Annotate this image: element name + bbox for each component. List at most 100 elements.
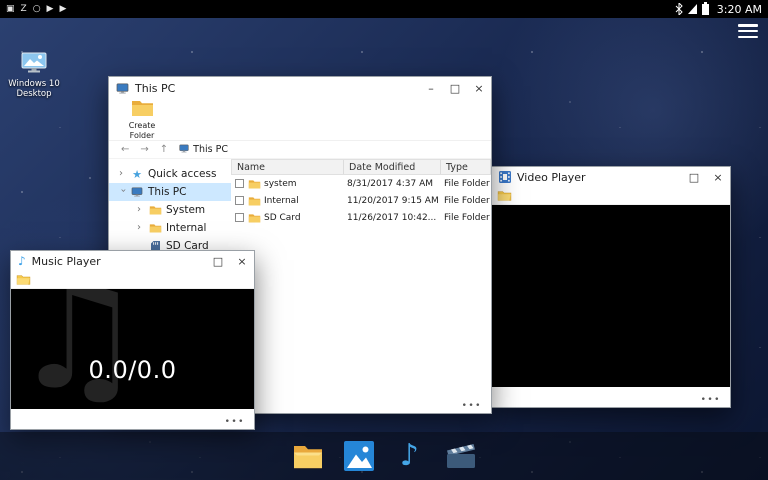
checkbox[interactable] [235,213,244,222]
window-title: This PC [135,82,419,95]
window-title: Video Player [517,171,682,184]
file-date: 8/31/2017 4:37 AM [347,179,444,189]
open-file-icon[interactable] [497,186,512,205]
up-button[interactable]: ↑ [160,145,168,155]
breadcrumb[interactable]: This PC [179,144,228,156]
breadcrumb-pc-icon [179,144,189,156]
taskbar: ♪ [0,432,768,480]
file-row-internal[interactable]: Internal 11/20/2017 9:15 AM File Folder [231,192,491,209]
breadcrumb-label: This PC [193,144,228,155]
more-options-button[interactable]: ••• [701,395,721,405]
tree-item-system[interactable]: › System [109,201,231,219]
create-folder-label: Create Folder [117,121,167,139]
file-type: File Folder [444,213,491,223]
maximize-button[interactable]: □ [206,251,230,271]
file-name: system [264,179,347,189]
sleep-mode-icon: Z [21,5,27,14]
file-type: File Folder [444,196,491,206]
status-time: 3:20 AM [717,3,762,16]
android-status-bar: ▣ Z ○ ▶ ▶ 3:20 AM [0,0,768,18]
shortcut-label: Windows 10 Desktop [8,80,60,100]
folder-icon [248,196,264,206]
file-row-sd-card[interactable]: SD Card 11/26/2017 10:42... File Folder [231,209,491,226]
expander-icon[interactable]: › [137,223,144,233]
status-notification-icons: ▣ Z ○ ▶ ▶ [6,5,66,14]
music-player-titlebar[interactable]: ♪ Music Player □ × [11,251,254,271]
video-player-bottom-bar: ••• [492,387,730,407]
tree-label: This PC [148,186,186,198]
back-button[interactable]: ← [121,145,129,155]
file-name: SD Card [264,213,347,223]
expander-icon[interactable]: › [137,205,144,215]
quick-access-icon: ★ [130,169,144,180]
checkbox[interactable] [235,179,244,188]
video-screen[interactable] [492,205,730,387]
explorer-navbar: ← → ↑ This PC [109,141,491,159]
file-name: Internal [264,196,347,206]
taskbar-video-icon[interactable] [444,439,478,473]
new-folder-icon [131,99,154,120]
file-list: Name Date Modified Type system 8/31/2017… [231,159,491,413]
music-player-bottom-bar: ••• [11,409,254,429]
tree-item-this-pc[interactable]: › This PC [109,183,231,201]
music-screen[interactable]: ♫ 0.0/0.0 [11,289,254,409]
tree-label: Internal [166,222,206,234]
circle-notification-icon: ○ [33,5,41,14]
column-header-name[interactable]: Name [232,160,344,174]
create-folder-button[interactable]: Create Folder [117,97,167,141]
this-pc-icon [130,187,144,197]
tree-item-quick-access[interactable]: › ★ Quick access [109,165,231,183]
tree-label: System [166,204,205,216]
signal-icon [688,4,697,14]
windows-desktop-icon [21,52,47,78]
video-player-titlebar[interactable]: Video Player □ × [492,167,730,187]
open-file-icon[interactable] [16,270,31,289]
taskbar-file-explorer-icon[interactable] [291,439,325,473]
music-note-icon: ♪ [18,255,26,267]
expander-icon[interactable]: › [119,169,126,179]
explorer-toolbar: Create Folder [109,99,491,141]
more-options-button[interactable]: ••• [225,417,245,427]
tree-item-internal[interactable]: › Internal [109,219,231,237]
playback-time: 0.0/0.0 [89,356,177,384]
taskbar-music-icon[interactable]: ♪ [393,439,427,473]
maximize-button[interactable]: □ [682,167,706,187]
desktop-wallpaper[interactable]: Windows 10 Desktop Video Player □ × ••• [0,18,768,480]
close-button[interactable]: × [467,77,491,99]
video-player-icon [499,168,511,187]
taskbar-photos-icon[interactable] [342,439,376,473]
file-date: 11/20/2017 9:15 AM [347,196,444,206]
file-date: 11/26/2017 10:42... [347,213,444,223]
bluetooth-icon [675,3,683,15]
video-player-toolbar [492,187,730,205]
column-header-date-modified[interactable]: Date Modified [344,160,441,174]
more-options-button[interactable]: ••• [462,401,482,411]
file-row-system[interactable]: system 8/31/2017 4:37 AM File Folder [231,175,491,192]
minimize-button[interactable]: – [419,77,443,99]
music-player-window: ♪ Music Player □ × ♫ 0.0/0.0 ••• [10,250,255,430]
window-title: Music Player [32,255,206,268]
menu-button[interactable] [738,24,758,38]
maximize-button[interactable]: □ [443,77,467,99]
battery-icon [702,4,709,15]
music-player-toolbar [11,271,254,289]
forward-button[interactable]: → [140,145,148,155]
folder-icon [248,179,264,189]
play-notification-icon: ▶ [47,5,54,14]
expander-icon[interactable]: › [118,189,128,196]
this-pc-icon [116,79,129,98]
close-button[interactable]: × [706,167,730,187]
play-notification-icon: ▶ [59,5,66,14]
tree-label: Quick access [148,168,216,180]
close-button[interactable]: × [230,251,254,271]
desktop-shortcut-windows10[interactable]: Windows 10 Desktop [8,52,60,100]
column-header-type[interactable]: Type [441,160,491,174]
file-list-header: Name Date Modified Type [231,159,491,175]
checkbox[interactable] [235,196,244,205]
file-type: File Folder [444,179,491,189]
folder-icon [148,223,162,233]
screenshot-icon: ▣ [6,5,15,14]
this-pc-titlebar[interactable]: This PC – □ × [109,77,491,99]
video-player-window: Video Player □ × ••• [491,166,731,408]
folder-icon [148,205,162,215]
